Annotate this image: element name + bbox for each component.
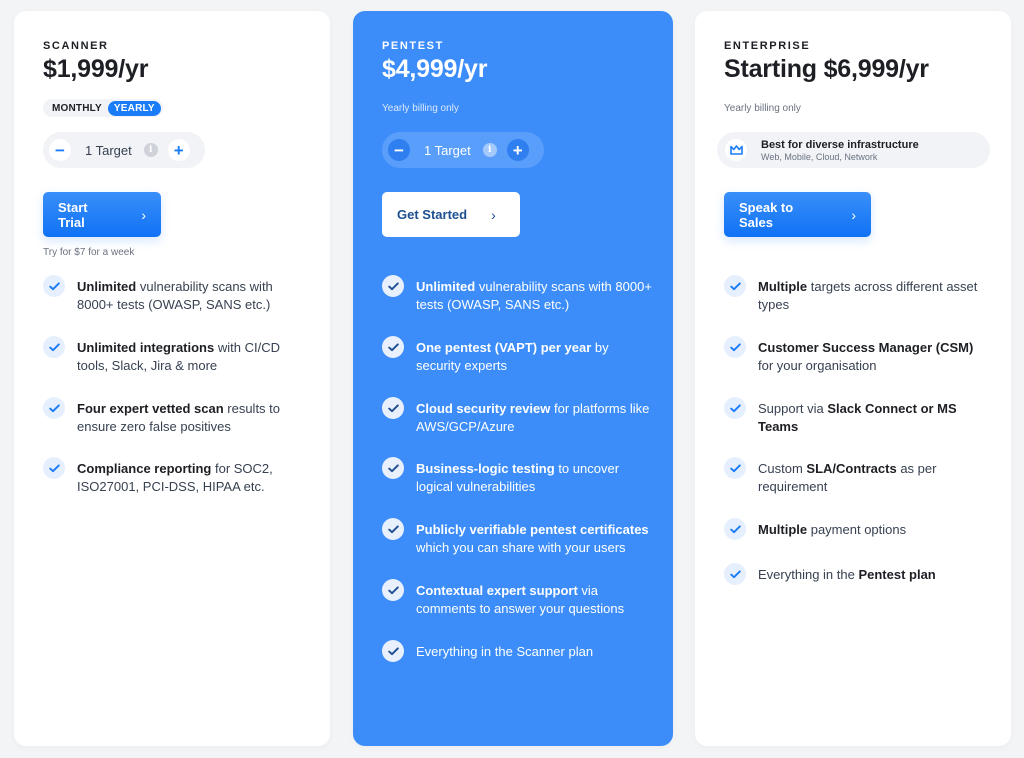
feature-text: Customer Success Manager (CSM) for your … [758,340,974,373]
plan-card-scanner: SCANNER $1,999/yr MONTHLY YEARLY − 1 Tar… [14,11,330,746]
check-icon [724,275,746,297]
feature-text: Multiple payment options [758,522,907,537]
chevron-right-icon: › [851,206,856,223]
plan-name: ENTERPRISE [724,40,811,52]
feature-text: Unlimited vulnerability scans with 8000+… [416,279,652,312]
feature-list: Unlimited vulnerability scans with 8000+… [43,275,310,495]
plan-price: Starting $6,999/yr [724,55,929,83]
plan-name: PENTEST [382,40,444,52]
check-icon [382,397,404,419]
increment-button[interactable]: + [167,139,190,161]
feature-item: Customer Success Manager (CSM) for your … [724,336,991,374]
feature-item: Publicly verifiable pentest certificates… [382,518,653,556]
feature-text: Multiple targets across different asset … [758,279,978,312]
feature-item: Unlimited vulnerability scans with 8000+… [382,275,653,313]
feature-text: Custom SLA/Contracts as per requirement [758,461,937,494]
check-icon [724,563,746,585]
badge-subtitle: Web, Mobile, Cloud, Network [761,151,878,162]
check-icon [382,336,404,358]
check-icon [724,518,746,540]
decrement-button[interactable]: − [49,139,71,161]
chevron-right-icon: › [141,206,146,223]
target-count: 1 Target [424,142,471,158]
feature-text: Unlimited integrations with CI/CD tools,… [77,340,280,373]
billing-note: Yearly billing only [724,103,801,114]
feature-text: Support via Slack Connect or MS Teams [758,401,957,434]
infrastructure-badge: Best for diverse infrastructure Web, Mob… [717,132,990,168]
feature-text: Unlimited vulnerability scans with 8000+… [77,279,273,312]
target-stepper: − 1 Target i + [382,132,544,168]
feature-item: One pentest (VAPT) per year by security … [382,336,653,374]
target-stepper: − 1 Target i + [43,132,205,168]
check-icon [382,457,404,479]
badge-title: Best for diverse infrastructure [761,138,919,151]
feature-item: Everything in the Scanner plan [382,640,653,662]
feature-item: Multiple targets across different asset … [724,275,991,313]
check-icon [724,336,746,358]
toggle-monthly[interactable]: MONTHLY [52,103,102,114]
cta-label: Get Started [397,207,468,222]
feature-item: Compliance reporting for SOC2, ISO27001,… [43,457,310,495]
check-icon [43,275,65,297]
feature-text: Cloud security review for platforms like… [416,401,650,434]
feature-text: Contextual expert support via comments t… [416,583,625,616]
feature-text: Everything in the Pentest plan [758,567,936,582]
feature-item: Multiple payment options [724,518,991,540]
feature-text: One pentest (VAPT) per year by security … [416,340,609,373]
feature-item: Business-logic testing to uncover logica… [382,457,653,495]
plan-name: SCANNER [43,40,109,52]
info-icon[interactable]: i [482,143,497,157]
feature-text: Everything in the Scanner plan [416,644,594,659]
feature-item: Four expert vetted scan results to ensur… [43,397,310,435]
check-icon [43,336,65,358]
check-icon [724,397,746,419]
check-icon [382,518,404,540]
plan-price: $4,999/yr [382,55,488,83]
cta-label: Start Trial [58,199,88,230]
billing-toggle[interactable]: MONTHLY YEARLY [43,99,163,117]
chevron-right-icon: › [491,206,496,223]
decrement-button[interactable]: − [388,139,410,161]
check-icon [382,275,404,297]
check-icon [382,579,404,601]
check-icon [724,457,746,479]
info-icon[interactable]: i [143,143,158,157]
feature-text: Business-logic testing to uncover logica… [416,461,620,494]
plan-card-pentest: PENTEST $4,999/yr Yearly billing only − … [353,11,673,746]
check-icon [382,640,404,662]
trial-note: Try for $7 for a week [43,247,135,258]
feature-item: Custom SLA/Contracts as per requirement [724,457,991,495]
target-count: 1 Target [85,142,132,158]
feature-item: Support via Slack Connect or MS Teams [724,397,991,435]
feature-item: Contextual expert support via comments t… [382,579,653,617]
feature-list: Multiple targets across different asset … [724,275,991,585]
feature-list: Unlimited vulnerability scans with 8000+… [382,275,653,662]
billing-note: Yearly billing only [382,103,459,114]
feature-item: Cloud security review for platforms like… [382,397,653,435]
feature-text: Publicly verifiable pentest certificates… [416,522,649,555]
check-icon [43,457,65,479]
plan-card-enterprise: ENTERPRISE Starting $6,999/yr Yearly bil… [695,11,1011,746]
feature-item: Everything in the Pentest plan [724,563,991,585]
get-started-button[interactable]: Get Started › [382,192,520,237]
feature-item: Unlimited vulnerability scans with 8000+… [43,275,310,313]
cta-label: Speak to Sales [739,199,794,230]
increment-button[interactable]: + [506,139,529,161]
feature-text: Compliance reporting for SOC2, ISO27001,… [77,461,273,494]
feature-item: Unlimited integrations with CI/CD tools,… [43,336,310,374]
speak-to-sales-button[interactable]: Speak to Sales › [724,192,871,237]
crown-icon [725,139,747,161]
check-icon [43,397,65,419]
start-trial-button[interactable]: Start Trial › [43,192,161,237]
feature-text: Four expert vetted scan results to ensur… [77,401,281,434]
toggle-yearly[interactable]: YEARLY [107,100,161,116]
plan-price: $1,999/yr [43,55,149,83]
